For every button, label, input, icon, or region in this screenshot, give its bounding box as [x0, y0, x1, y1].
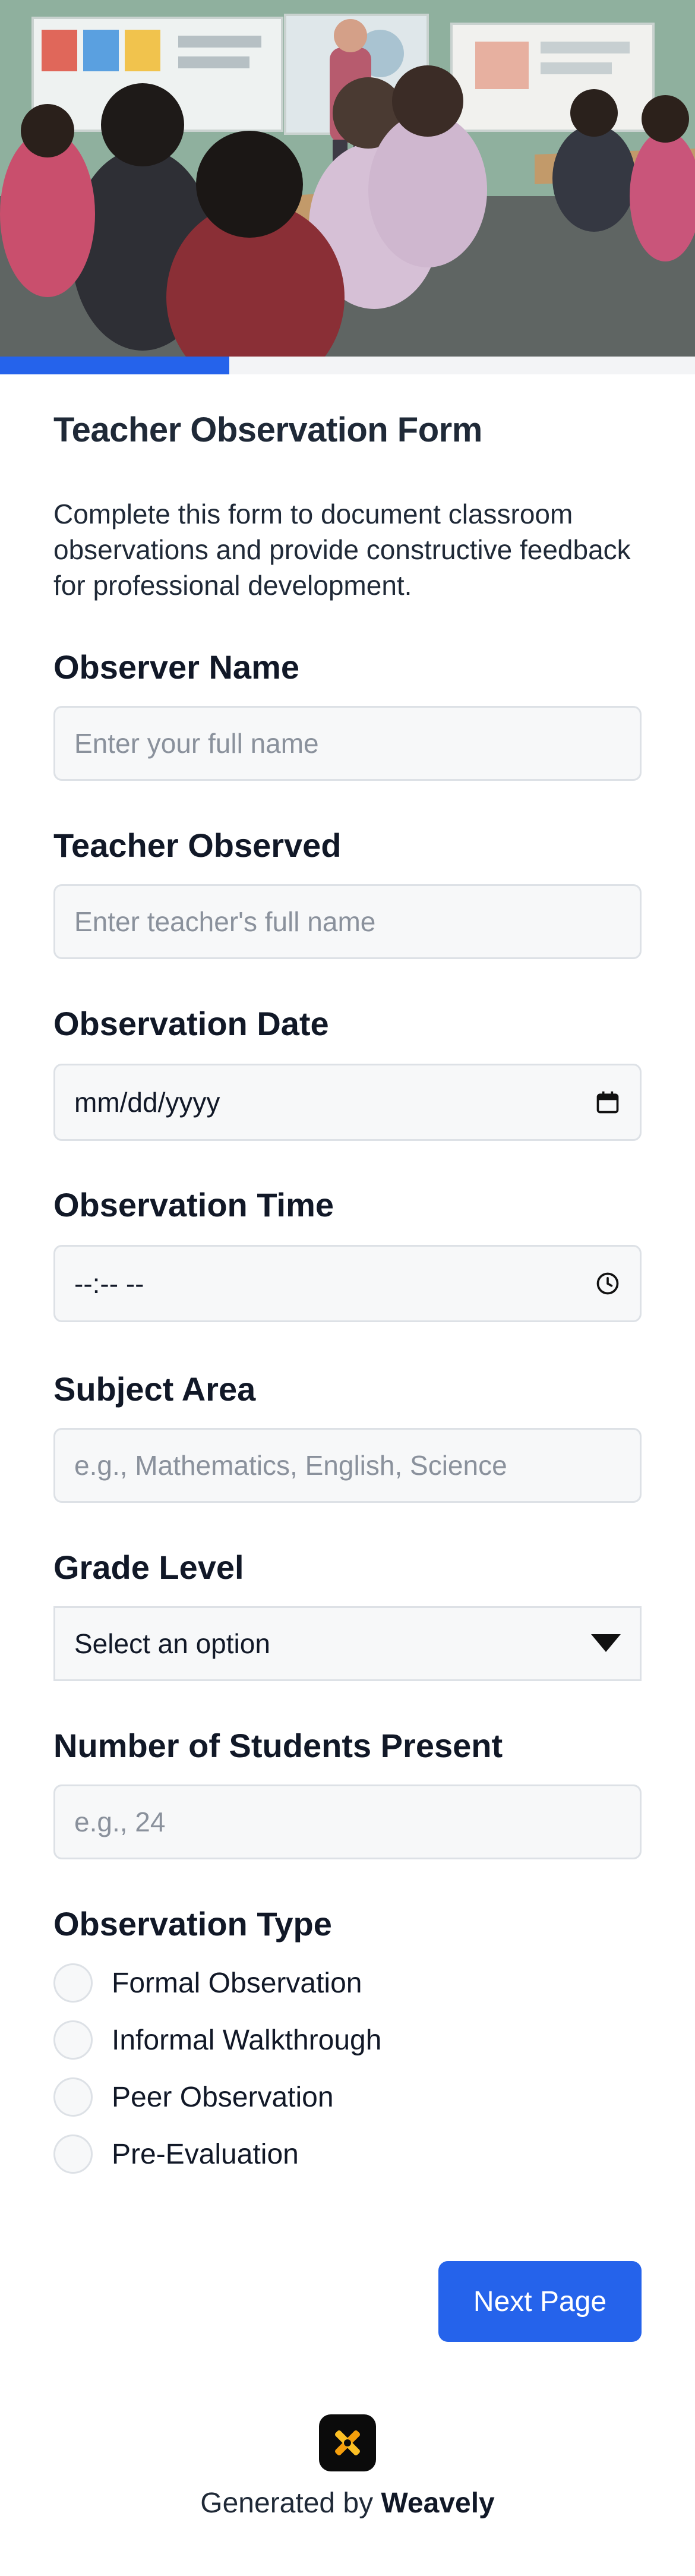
observation-date-label: Observation Date	[53, 1005, 329, 1042]
observation-time-input[interactable]: --:-- --	[53, 1245, 642, 1322]
observation-time-label: Observation Time	[53, 1186, 334, 1224]
subject-area-input[interactable]: e.g., Mathematics, English, Science	[53, 1428, 642, 1503]
footer-credit: Generated by Weavely	[0, 2487, 695, 2520]
radio-label: Informal Walkthrough	[112, 2024, 382, 2056]
students-present-label: Number of Students Present	[53, 1727, 503, 1764]
observation-date-input[interactable]: mm/dd/yyyy	[53, 1064, 642, 1141]
next-page-button[interactable]: Next Page	[438, 2261, 642, 2342]
students-present-placeholder: e.g., 24	[74, 1806, 166, 1837]
radio-button[interactable]	[53, 2077, 93, 2117]
grade-level-label: Grade Level	[53, 1549, 244, 1586]
radio-formal-observation[interactable]: Formal Observation	[53, 1962, 362, 2004]
calendar-icon[interactable]	[595, 1089, 621, 1115]
radio-label: Peer Observation	[112, 2081, 334, 2113]
observation-type-label: Observation Type	[53, 1905, 332, 1943]
grade-level-select[interactable]: Select an option	[53, 1606, 642, 1681]
page: Teacher Observation Form Complete this f…	[0, 0, 695, 2576]
observer-name-label: Observer Name	[53, 648, 300, 686]
observation-date-value: mm/dd/yyyy	[74, 1087, 220, 1118]
observer-name-placeholder: Enter your full name	[74, 728, 319, 759]
radio-button[interactable]	[53, 2134, 93, 2174]
caret-down-icon	[591, 1628, 621, 1660]
observation-time-value: --:-- --	[74, 1268, 144, 1299]
observer-name-input[interactable]: Enter your full name	[53, 706, 642, 781]
radio-button[interactable]	[53, 1963, 93, 2003]
subject-area-label: Subject Area	[53, 1370, 256, 1408]
footer-brand[interactable]: Weavely	[381, 2487, 494, 2519]
weavely-logo-icon	[335, 2430, 360, 2455]
radio-peer-observation[interactable]: Peer Observation	[53, 2076, 334, 2118]
teacher-observed-input[interactable]: Enter teacher's full name	[53, 884, 642, 959]
progress-bar-fill	[0, 357, 230, 374]
subject-area-placeholder: e.g., Mathematics, English, Science	[74, 1450, 507, 1481]
form-description: Complete this form to document classroom…	[53, 499, 631, 601]
teacher-observed-placeholder: Enter teacher's full name	[74, 906, 376, 937]
hero-image	[0, 0, 695, 357]
form-title: Teacher Observation Form	[53, 411, 482, 449]
footer-prefix: Generated by	[200, 2487, 381, 2519]
radio-pre-evaluation[interactable]: Pre-Evaluation	[53, 2133, 299, 2175]
weavely-logo[interactable]	[319, 2414, 376, 2471]
radio-button[interactable]	[53, 2020, 93, 2060]
teacher-observed-label: Teacher Observed	[53, 827, 342, 864]
radio-label: Pre-Evaluation	[112, 2138, 299, 2170]
radio-informal-walkthrough[interactable]: Informal Walkthrough	[53, 2019, 381, 2061]
progress-bar	[0, 357, 695, 374]
students-present-input[interactable]: e.g., 24	[53, 1784, 642, 1859]
classroom-photo	[0, 0, 695, 357]
clock-icon[interactable]	[595, 1270, 621, 1297]
radio-label: Formal Observation	[112, 1967, 362, 1999]
grade-level-selected: Select an option	[74, 1628, 270, 1659]
